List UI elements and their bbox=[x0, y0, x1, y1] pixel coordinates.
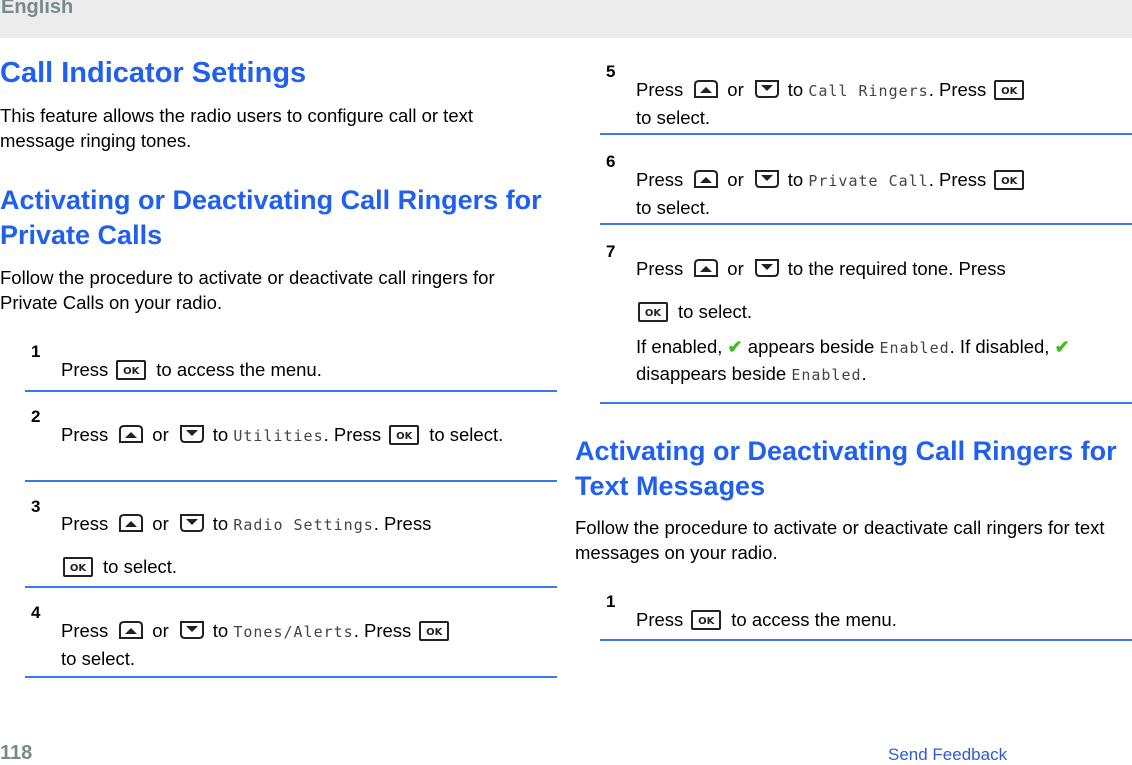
step-7: 7 Press or to the required tone. Press OK to… bbox=[600, 242, 1132, 404]
step-text: Press or to Call Ringers. Press OK to select… bbox=[636, 77, 1131, 130]
down-arrow-key-icon bbox=[179, 424, 205, 450]
down-arrow-key-icon bbox=[179, 507, 205, 547]
ok-key-icon: OK bbox=[389, 425, 420, 445]
intro-text: This feature allows the radio users to c… bbox=[0, 105, 474, 151]
step-6: 6 Press or to Private Call. Press OK to sele… bbox=[600, 152, 1132, 225]
down-arrow-key-icon bbox=[179, 620, 205, 646]
step-text: Press OK to access the menu. bbox=[61, 359, 322, 380]
ok-key-icon: OK bbox=[419, 621, 450, 641]
menu-item-radio-settings: Radio Settings bbox=[233, 516, 374, 534]
down-arrow-key-icon bbox=[754, 169, 780, 195]
step-1-text-messages: 1 Press OK to access the menu. bbox=[600, 592, 1132, 641]
menu-item-tones-alerts: Tones/Alerts bbox=[233, 623, 354, 641]
checkmark-icon: ✔ bbox=[1054, 337, 1070, 357]
status-enabled: Enabled bbox=[879, 339, 950, 357]
section-heading-text-messages: Activating or Deactivating Call Ringers … bbox=[575, 436, 1117, 501]
step-number: 4 bbox=[31, 603, 41, 622]
step-text: Press or to Tones/Alerts. Press OK to select… bbox=[61, 618, 551, 671]
step-number: 1 bbox=[606, 592, 616, 611]
up-arrow-key-icon bbox=[118, 507, 144, 547]
step-4: 4 Press or to Tones/Alerts. Press OK to sele… bbox=[25, 603, 557, 678]
step-5: 5 Press or to Call Ringers. Press OK to sele… bbox=[600, 62, 1132, 135]
up-arrow-key-icon bbox=[693, 79, 719, 105]
step-text: Press or to Radio Settings. Press OK to sele… bbox=[61, 504, 531, 587]
step-1: 1 Press OK to access the menu. bbox=[25, 342, 557, 392]
down-arrow-key-icon bbox=[754, 252, 780, 292]
menu-item-call-ringers: Call Ringers bbox=[808, 82, 929, 100]
language-label: English bbox=[1, 0, 74, 18]
ok-key-icon: OK bbox=[116, 360, 147, 380]
top-bar: English bbox=[0, 0, 1132, 38]
checkmark-icon: ✔ bbox=[727, 337, 743, 357]
step-text: Press OK to access the menu. bbox=[636, 609, 897, 630]
step-number: 2 bbox=[31, 407, 41, 426]
step-2: 2 Press or to Utilities. Press OK to select. bbox=[25, 407, 557, 482]
step-number: 3 bbox=[31, 497, 41, 516]
ok-key-icon: OK bbox=[994, 170, 1025, 190]
status-enabled: Enabled bbox=[791, 366, 862, 384]
step-text: Press or to Utilities. Press OK to select. bbox=[61, 422, 541, 450]
down-arrow-key-icon bbox=[754, 79, 780, 105]
step-number: 1 bbox=[31, 342, 41, 361]
up-arrow-key-icon bbox=[693, 252, 719, 292]
menu-item-private-call: Private Call bbox=[808, 172, 929, 190]
ok-key-icon: OK bbox=[691, 610, 722, 630]
step-number: 7 bbox=[606, 242, 616, 261]
step-number: 5 bbox=[606, 62, 616, 81]
step-3: 3 Press or to Radio Settings. Press OK to se… bbox=[25, 497, 557, 588]
up-arrow-key-icon bbox=[118, 424, 144, 450]
menu-item-utilities: Utilities bbox=[233, 427, 324, 445]
page-title: Call Indicator Settings bbox=[0, 57, 307, 89]
step-text: Press or to the required tone. Press OK to s… bbox=[636, 249, 1131, 332]
ok-key-icon: OK bbox=[994, 80, 1025, 100]
step-text: Press or to Private Call. Press OK to select… bbox=[636, 167, 1131, 220]
up-arrow-key-icon bbox=[693, 169, 719, 195]
step-number: 6 bbox=[606, 152, 616, 171]
step-note: If enabled, ✔ appears beside Enabled. If… bbox=[636, 336, 1070, 384]
ok-key-icon: OK bbox=[638, 302, 668, 322]
section-heading-private-calls: Activating or Deactivating Call Ringers … bbox=[0, 185, 542, 250]
up-arrow-key-icon bbox=[118, 620, 144, 646]
section-description-private-calls: Follow the procedure to activate or deac… bbox=[0, 267, 495, 313]
ok-key-icon: OK bbox=[63, 557, 93, 577]
section-description-text-messages: Follow the procedure to activate or deac… bbox=[575, 517, 1105, 563]
send-feedback-link[interactable]: Send Feedback bbox=[888, 745, 1007, 765]
